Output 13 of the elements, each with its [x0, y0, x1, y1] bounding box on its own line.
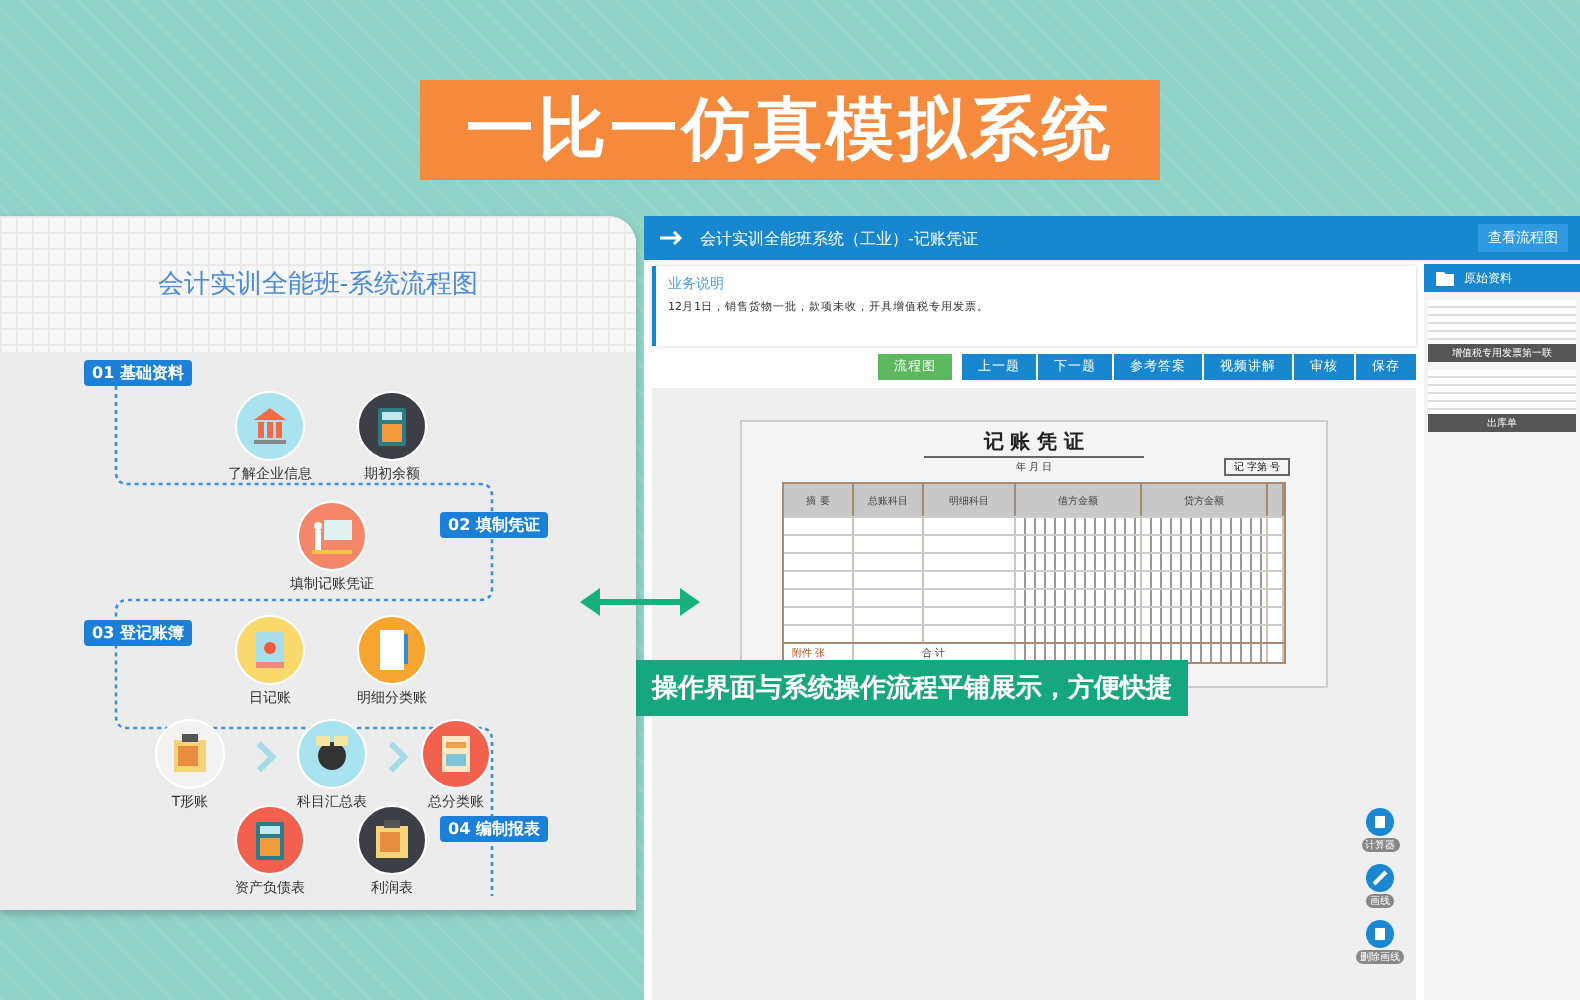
- arrow-icon: [660, 230, 684, 246]
- step-badge: 03 登记账簿: [84, 620, 192, 646]
- step-badge: 04 编制报表: [440, 816, 548, 842]
- callout-label: 操作界面与系统操作流程平铺展示，方便快捷: [636, 660, 1188, 716]
- double-arrow-icon: [580, 586, 700, 618]
- banner-title: 一比一仿真模拟系统: [420, 80, 1160, 180]
- voucher-title: 记 账 凭 证: [924, 428, 1144, 458]
- step-badge: 02 填制凭证: [440, 512, 548, 538]
- folder-icon: [1436, 271, 1454, 285]
- pencil-icon: [1366, 864, 1394, 892]
- window-title: 会计实训全能班系统（工业）-记账凭证: [700, 227, 980, 249]
- flowchart-title: 会计实训全能班-系统流程图: [157, 268, 479, 302]
- step-badge: 01 基础资料: [84, 360, 192, 386]
